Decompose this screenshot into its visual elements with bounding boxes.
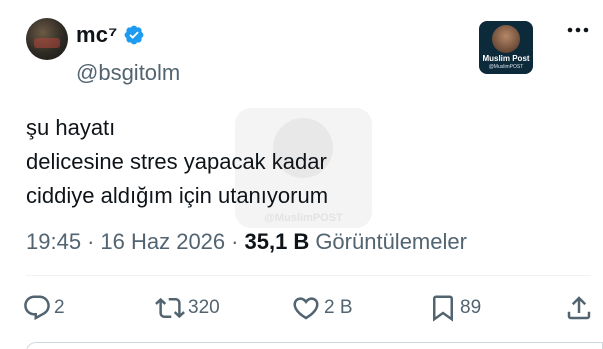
reply-icon: [24, 295, 50, 321]
share-button[interactable]: [564, 291, 594, 325]
bookmark-icon: [433, 295, 453, 322]
reply-count: 2: [54, 297, 65, 318]
reply-composer-edge[interactable]: [26, 342, 603, 349]
brand-badge-subtitle: @MuslimPOST: [488, 64, 524, 70]
more-options-button[interactable]: [564, 20, 592, 40]
views-label[interactable]: Görüntülemeler: [315, 229, 467, 255]
tweet-date[interactable]: 16 Haz 2026: [100, 229, 225, 255]
tweet-line: ciddiye aldığım için utanıyorum: [26, 183, 329, 208]
verified-icon: [125, 25, 144, 45]
divider: [26, 275, 591, 276]
bookmark-button[interactable]: 89: [428, 291, 481, 325]
author-display-name[interactable]: mc⁷: [76, 22, 117, 48]
like-icon: [293, 297, 319, 320]
more-icon: [567, 27, 589, 33]
brand-badge: Muslim Post @MuslimPOST: [479, 21, 533, 74]
views-count[interactable]: 35,1 B: [244, 229, 309, 255]
reply-button[interactable]: 2: [22, 291, 65, 325]
retweet-count: 320: [188, 297, 220, 318]
like-button[interactable]: 2 B: [290, 291, 353, 325]
brand-badge-title: Muslim Post: [482, 54, 530, 63]
bookmark-count: 89: [460, 297, 482, 318]
tweet-line: delicesine stres yapacak kadar: [26, 149, 327, 174]
tweet-text: şu hayatı delicesine stres yapacak kadar…: [26, 111, 328, 213]
author-handle[interactable]: @bsgitolm: [76, 60, 180, 86]
tweet-meta: 19:45 · 16 Haz 2026 · 35,1 B Görüntüleme…: [26, 229, 467, 255]
like-count: 2 B: [324, 297, 353, 318]
meta-separator: ·: [231, 229, 239, 254]
share-icon: [567, 296, 591, 320]
author-name-row: mc⁷: [76, 22, 145, 48]
author-avatar[interactable]: [26, 18, 68, 60]
watermark-text: @MuslimPOST: [264, 212, 343, 224]
tweet-time[interactable]: 19:45: [26, 229, 81, 255]
tweet-line: şu hayatı: [26, 115, 116, 140]
retweet-button[interactable]: 320: [154, 291, 220, 325]
meta-separator: ·: [87, 229, 95, 254]
retweet-icon: [155, 297, 185, 319]
brand-badge-photo: [492, 25, 520, 53]
